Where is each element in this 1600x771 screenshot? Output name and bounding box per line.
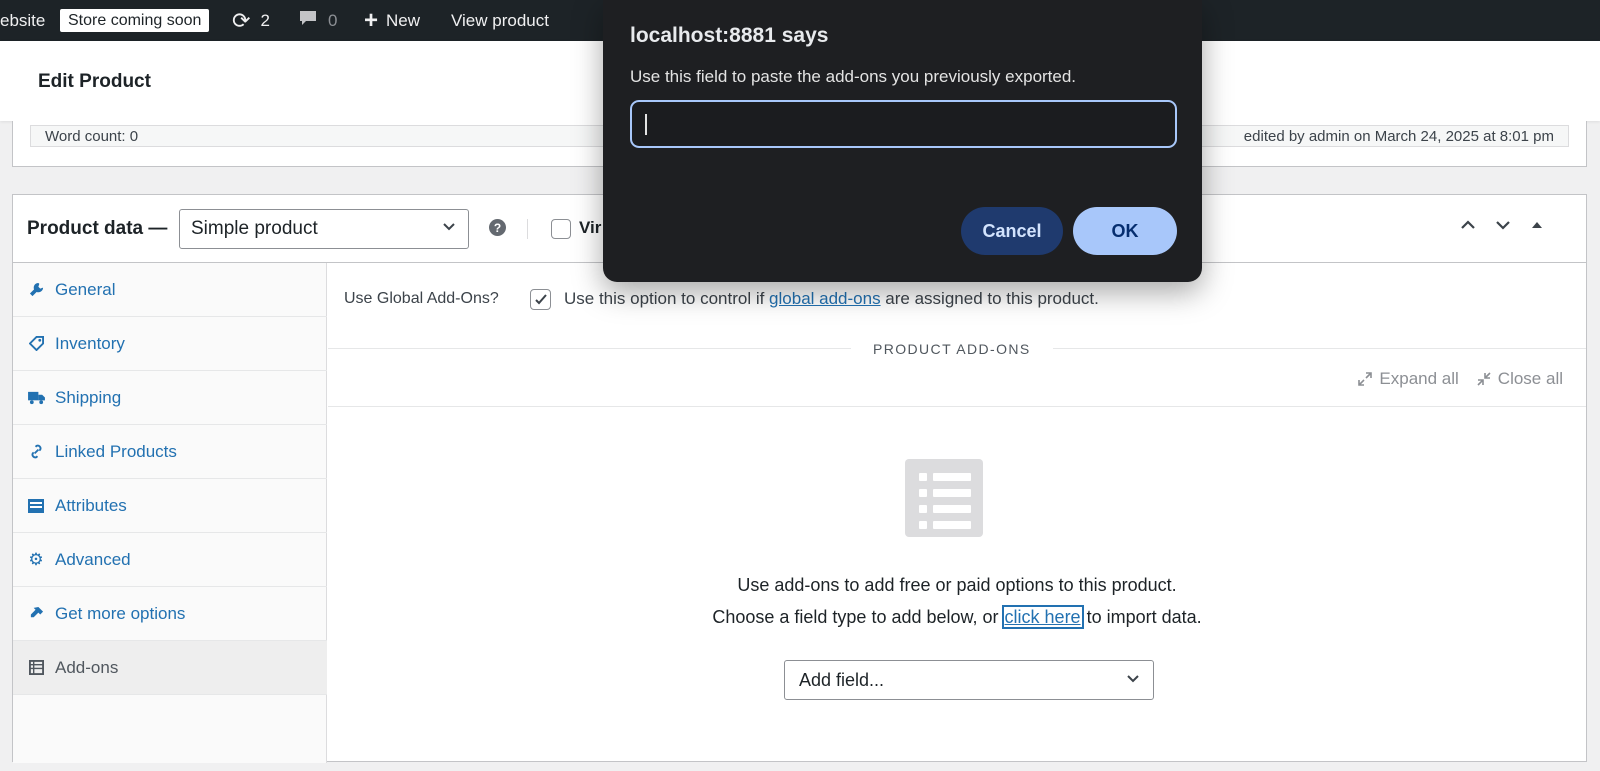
tab-linked-products[interactable]: Linked Products xyxy=(13,425,327,479)
tab-advanced[interactable]: ⚙ Advanced xyxy=(13,533,327,587)
updates-link[interactable]: ⟳ 2 xyxy=(232,0,270,41)
tab-get-more-options[interactable]: Get more options xyxy=(13,587,327,641)
move-down-icon[interactable] xyxy=(1493,215,1513,240)
plus-icon: + xyxy=(364,6,379,34)
import-instructions: Choose a field type to add below, or cli… xyxy=(328,605,1586,629)
expand-all-label: Expand all xyxy=(1379,369,1459,388)
view-product-link[interactable]: View product xyxy=(451,0,549,41)
tab-label: Add-ons xyxy=(55,657,119,677)
expand-icon xyxy=(1358,372,1373,386)
cancel-button[interactable]: Cancel xyxy=(961,207,1063,255)
product-addons-heading: PRODUCT ADD-ONS xyxy=(851,341,1053,357)
table-list-icon xyxy=(27,659,45,677)
help-icon[interactable]: ? xyxy=(489,219,506,236)
section-divider xyxy=(328,406,1586,407)
list-icon xyxy=(27,497,45,515)
comments-count: 0 xyxy=(328,10,338,30)
virtual-label: Vir xyxy=(579,218,602,237)
tab-inventory[interactable]: Inventory xyxy=(13,317,327,371)
dialog-message: Use this field to paste the add-ons you … xyxy=(630,67,1077,86)
virtual-checkbox[interactable] xyxy=(551,219,571,239)
global-addons-description: Use this option to control if global add… xyxy=(564,289,1099,309)
store-coming-soon-badge[interactable]: Store coming soon xyxy=(60,9,210,32)
updates-count: 2 xyxy=(260,10,270,30)
product-type-select[interactable]: Simple product xyxy=(179,209,469,249)
chevron-down-icon xyxy=(1125,670,1141,691)
comment-icon xyxy=(298,8,318,33)
tab-shipping[interactable]: Shipping xyxy=(13,371,327,425)
tab-attributes[interactable]: Attributes xyxy=(13,479,327,533)
close-all-button[interactable]: Close all xyxy=(1477,369,1563,389)
tab-label: Get more options xyxy=(55,603,186,623)
tag-icon xyxy=(27,335,45,353)
comments-link[interactable]: 0 xyxy=(298,0,337,41)
collapse-toggle-icon[interactable] xyxy=(1530,215,1544,240)
global-addons-checkbox[interactable] xyxy=(530,289,551,310)
tab-label: Shipping xyxy=(55,387,122,407)
tab-label: Inventory xyxy=(55,333,125,353)
ok-button[interactable]: OK xyxy=(1073,207,1177,255)
expand-all-button[interactable]: Expand all xyxy=(1358,369,1459,389)
chevron-down-icon xyxy=(441,218,457,239)
tab-general[interactable]: General xyxy=(13,263,327,317)
dialog-text-input[interactable] xyxy=(630,100,1177,148)
global-addons-label: Use Global Add-Ons? xyxy=(344,290,499,307)
refresh-icon: ⟳ xyxy=(232,7,251,33)
site-name-link[interactable]: ebsite xyxy=(0,0,45,41)
product-data-tabs: General Inventory Shipping Linked Produc… xyxy=(13,263,327,763)
wrench-icon xyxy=(27,281,45,299)
link-icon xyxy=(27,443,45,461)
dialog-title: localhost:8881 says xyxy=(630,24,829,47)
product-data-title: Product data — xyxy=(27,218,168,239)
page-title: Edit Product xyxy=(38,71,151,92)
empty-state-text: Use add-ons to add free or paid options … xyxy=(737,575,1177,595)
text-caret xyxy=(645,114,647,135)
word-count: Word count: 0 xyxy=(45,128,139,145)
description-text: Use this option to control if xyxy=(564,289,770,308)
tab-label: Advanced xyxy=(55,549,131,569)
move-up-icon[interactable] xyxy=(1458,215,1478,240)
collapse-icon xyxy=(1477,372,1491,386)
instruction-text: to import data. xyxy=(1081,607,1202,627)
close-all-label: Close all xyxy=(1497,369,1563,388)
new-label: New xyxy=(386,10,421,30)
instruction-text: Choose a field type to add below, or xyxy=(712,607,1004,627)
tab-label: Attributes xyxy=(55,495,127,515)
tab-label: General xyxy=(55,279,116,299)
description-text: are assigned to this product. xyxy=(880,289,1099,308)
add-field-value: Add field... xyxy=(799,669,885,690)
import-data-link[interactable]: click here xyxy=(1001,605,1084,629)
addons-panel: Use Global Add-Ons? Use this option to c… xyxy=(328,263,1586,763)
empty-list-icon xyxy=(905,459,983,537)
plugin-icon xyxy=(27,605,45,623)
new-content-link[interactable]: + New xyxy=(364,0,420,41)
last-edited-info: edited by admin on March 24, 2025 at 8:0… xyxy=(1243,128,1554,145)
add-field-select[interactable]: Add field... xyxy=(784,660,1154,700)
expand-controls: Expand all Close all xyxy=(1358,369,1563,389)
truck-icon xyxy=(27,389,45,407)
global-addons-link[interactable]: global add-ons xyxy=(769,289,881,308)
tab-add-ons[interactable]: Add-ons xyxy=(13,641,327,695)
gear-icon: ⚙ xyxy=(28,549,44,569)
tab-label: Linked Products xyxy=(55,441,177,461)
prompt-dialog: localhost:8881 says Use this field to pa… xyxy=(603,0,1202,282)
product-type-value: Simple product xyxy=(191,218,318,239)
divider xyxy=(527,219,528,239)
